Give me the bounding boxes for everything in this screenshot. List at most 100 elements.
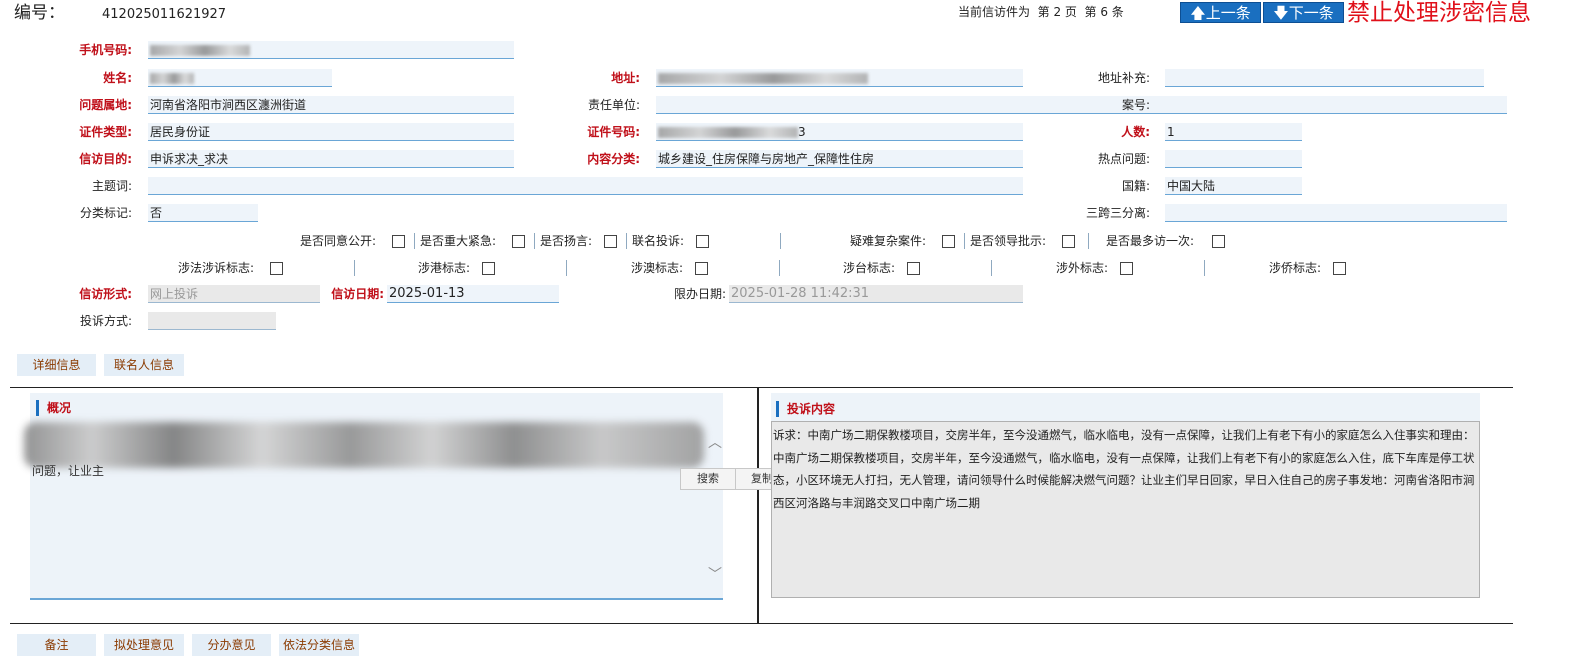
- class-mark-label: 分类标记:: [79, 206, 132, 220]
- content-category-label: 内容分类:: [587, 152, 640, 166]
- address-field[interactable]: [656, 69, 1023, 87]
- divider: [779, 260, 780, 276]
- address-label: 地址:: [611, 71, 640, 85]
- complex-case-checkbox[interactable]: [942, 235, 955, 248]
- urgent-label: 是否重大紧急:: [420, 234, 497, 248]
- legal-label: 涉法涉诉标志:: [178, 261, 255, 275]
- redacted-text: [150, 73, 194, 84]
- divider: [1088, 233, 1089, 249]
- divider: [1204, 260, 1205, 276]
- macau-label: 涉澳标志:: [631, 261, 684, 275]
- legal-checkbox[interactable]: [270, 262, 283, 275]
- threat-label: 是否扬言:: [540, 234, 593, 248]
- resp-unit-label: 责任单位:: [587, 98, 640, 112]
- hot-issue-label: 热点问题:: [1097, 152, 1150, 166]
- phone-label: 手机号码:: [79, 43, 132, 57]
- name-field[interactable]: [148, 69, 332, 87]
- date-label: 信访日期:: [331, 287, 384, 301]
- threat-checkbox[interactable]: [604, 235, 617, 248]
- agree-public-label: 是否同意公开:: [300, 234, 377, 248]
- tab-remarks[interactable]: 备注: [17, 634, 96, 656]
- max-one-visit-checkbox[interactable]: [1212, 235, 1225, 248]
- name-label: 姓名:: [103, 71, 132, 85]
- location-label: 问题属地:: [79, 98, 132, 112]
- leader-instruction-label: 是否领导批示:: [970, 234, 1047, 248]
- confidential-warning: 禁止处理涉密信息: [1347, 0, 1531, 26]
- divider: [964, 233, 965, 249]
- taiwan-checkbox[interactable]: [907, 262, 920, 275]
- complaint-method-label: 投诉方式:: [79, 314, 132, 328]
- tab-assignment-opinion[interactable]: 分办意见: [192, 634, 271, 656]
- taiwan-label: 涉台标志:: [843, 261, 896, 275]
- nationality-field[interactable]: 中国大陆: [1165, 177, 1302, 195]
- topic-field[interactable]: [148, 177, 1023, 195]
- purpose-label: 信访目的:: [79, 152, 132, 166]
- search-menu-item[interactable]: 搜索: [681, 469, 735, 489]
- complex-case-label: 疑难复杂案件:: [850, 234, 927, 248]
- redacted-text: [150, 45, 250, 56]
- agree-public-checkbox[interactable]: [392, 235, 405, 248]
- deadline-field: 2025-01-28 11:42:31: [729, 285, 1023, 303]
- foreign-checkbox[interactable]: [1120, 262, 1133, 275]
- overseas-chinese-label: 涉侨标志:: [1269, 261, 1322, 275]
- complaint-method-field[interactable]: [148, 312, 276, 330]
- tab-proposed-handling[interactable]: 拟处理意见: [104, 634, 184, 656]
- summary-textarea[interactable]: 问题，让业主 ︿ ﹀: [24, 418, 722, 596]
- hongkong-label: 涉港标志:: [418, 261, 471, 275]
- macau-checkbox[interactable]: [695, 262, 708, 275]
- id-type-label: 证件类型:: [79, 125, 132, 139]
- leader-instruction-checkbox[interactable]: [1062, 235, 1075, 248]
- redacted-text: [658, 127, 798, 138]
- three-separation-label: 三跨三分离:: [1085, 206, 1150, 220]
- next-record-button[interactable]: 🡇下一条: [1263, 2, 1344, 23]
- divider: [991, 260, 992, 276]
- address-extra-label: 地址补充:: [1097, 71, 1150, 85]
- id-label: 编号：: [14, 3, 65, 23]
- hongkong-checkbox[interactable]: [482, 262, 495, 275]
- section-divider-top: [10, 387, 1513, 388]
- section-divider-vertical: [757, 387, 759, 624]
- divider: [626, 233, 627, 249]
- location-field[interactable]: 河南省洛阳市涧西区瀍洲街道: [148, 96, 514, 114]
- tab-detail-info[interactable]: 详细信息: [17, 354, 96, 376]
- purpose-field[interactable]: 申诉求决_求决: [148, 150, 514, 168]
- three-separation-field[interactable]: [1165, 204, 1507, 222]
- content-category-field[interactable]: 城乡建设_住房保障与房地产_保障性住房: [656, 150, 1023, 168]
- id-no-label: 证件号码:: [587, 125, 640, 139]
- max-one-visit-label: 是否最多访一次:: [1106, 234, 1195, 248]
- tab-joint-person-info[interactable]: 联名人信息: [104, 354, 184, 376]
- divider: [534, 233, 535, 249]
- summary-visible-text: 问题，让业主: [32, 464, 105, 478]
- id-no-field[interactable]: 3: [656, 123, 1023, 141]
- people-field[interactable]: 1: [1165, 123, 1302, 141]
- joint-complaint-checkbox[interactable]: [696, 235, 709, 248]
- nationality-label: 国籍:: [1121, 179, 1150, 193]
- joint-complaint-label: 联名投诉:: [632, 234, 685, 248]
- class-mark-field[interactable]: 否: [148, 204, 258, 222]
- id-value: 412025011621927: [102, 7, 227, 22]
- divider: [566, 260, 567, 276]
- people-label: 人数:: [1121, 125, 1150, 139]
- topic-label: 主题词:: [91, 179, 132, 193]
- tab-legal-classification[interactable]: 依法分类信息: [279, 634, 359, 656]
- date-field[interactable]: 2025-01-13: [387, 285, 559, 303]
- id-type-field[interactable]: 居民身份证: [148, 123, 514, 141]
- scroll-down-icon[interactable]: ﹀: [708, 564, 722, 584]
- divider: [414, 233, 415, 249]
- overseas-chinese-checkbox[interactable]: [1333, 262, 1346, 275]
- arrow-up-icon: 🡅: [1190, 4, 1206, 22]
- scroll-up-icon[interactable]: ︿: [708, 432, 722, 452]
- divider: [780, 233, 781, 249]
- hot-issue-field[interactable]: [1165, 150, 1302, 168]
- urgent-checkbox[interactable]: [512, 235, 525, 248]
- form-type-field: 网上投诉: [148, 285, 320, 303]
- phone-field[interactable]: [148, 41, 514, 59]
- address-extra-field[interactable]: [1165, 69, 1484, 87]
- form-type-label: 信访形式:: [79, 287, 132, 301]
- complaint-title: 投诉内容: [776, 401, 835, 417]
- page-info: 当前信访件为 第 2 页 第 6 条: [958, 5, 1124, 19]
- prev-record-button[interactable]: 🡅上一条: [1180, 2, 1261, 23]
- redacted-summary-text: [24, 422, 704, 468]
- complaint-textarea[interactable]: 诉求：中南广场二期保教楼项目，交房半年，至今没通燃气，临水临电，没有一点保障，让…: [771, 421, 1480, 598]
- deadline-label: 限办日期:: [673, 287, 726, 301]
